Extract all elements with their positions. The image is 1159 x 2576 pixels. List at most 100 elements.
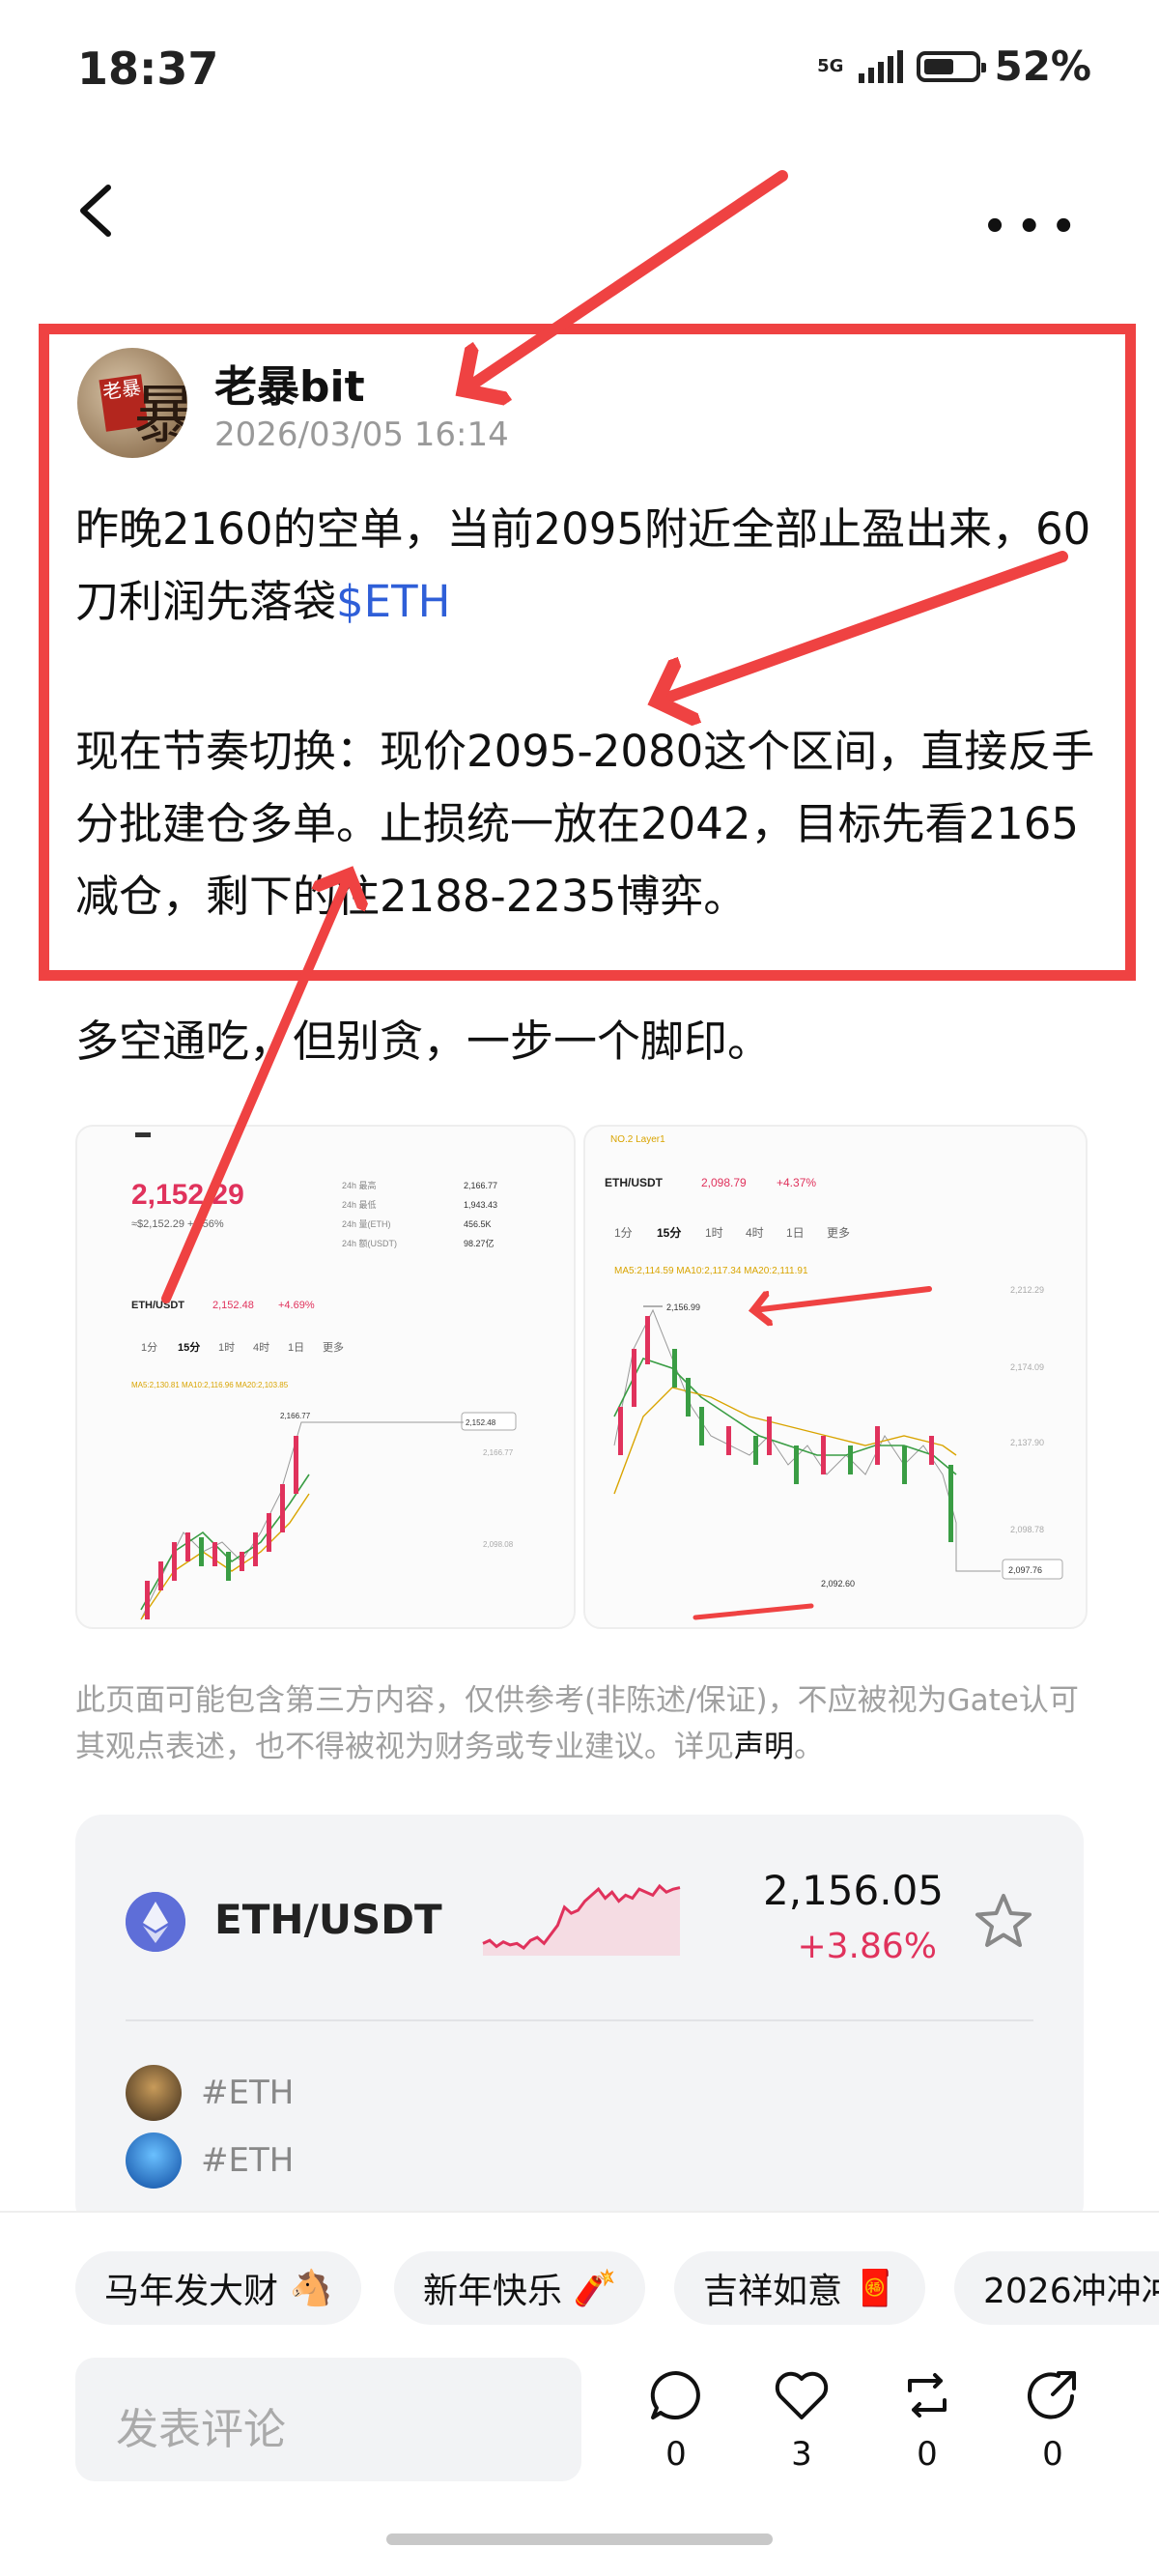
status-indicators: 5G 52% <box>817 43 1091 90</box>
img2-candle <box>753 1436 758 1465</box>
img2-axis-2: 2,174.09 <box>1010 1362 1044 1372</box>
share-action[interactable]: 0 <box>1014 2367 1091 2474</box>
img2-candle <box>821 1436 826 1474</box>
img1-candle <box>253 1532 258 1566</box>
img2-axis-4: 2,098.78 <box>1010 1525 1044 1534</box>
img2-tab-1: 1分 <box>614 1226 633 1240</box>
img1-tab-3: 1时 <box>218 1341 235 1354</box>
img1-tab-1: 1分 <box>141 1341 157 1354</box>
img1-candle <box>145 1581 150 1619</box>
img2-candle <box>848 1445 853 1474</box>
img1-stat-v-4: 98.27亿 <box>464 1238 495 1248</box>
img1-axis-1: 2,166.77 <box>483 1448 514 1457</box>
img2-candle <box>902 1445 907 1484</box>
quick-reply-chip-3[interactable]: 吉祥如意 🧧 <box>674 2251 926 2325</box>
chart-image-2[interactable]: NO.2 Layer1 ETH/USDT 2,098.79 +4.37% 1分 … <box>583 1125 1088 1629</box>
market-pair[interactable]: ETH/USDT <box>214 1896 442 1943</box>
quick-reply-chip-2[interactable]: 新年快乐 🧨 <box>394 2251 646 2325</box>
img2-axis-3: 2,137.90 <box>1010 1438 1044 1447</box>
img1-high-label: 2,166.77 <box>280 1412 311 1420</box>
price-sparkline <box>482 1883 681 1956</box>
img1-tab-6: 更多 <box>323 1340 344 1354</box>
status-time: 18:37 <box>77 43 219 95</box>
disclaimer-text: 此页面可能包含第三方内容，仅供参考(非陈述/保证)，不应被视为Gate认可其观点… <box>75 1683 1079 1764</box>
img2-pair-change: +4.37% <box>777 1176 816 1189</box>
topic-tag-1[interactable]: #ETH <box>126 2064 294 2122</box>
img2-candle <box>767 1417 772 1455</box>
home-indicator[interactable] <box>386 2533 773 2545</box>
chip-label: 2026冲冲冲 <box>983 2272 1159 2311</box>
img1-stat-v-1: 2,166.77 <box>464 1181 497 1190</box>
img2-tab-4: 4时 <box>746 1226 764 1240</box>
firecracker-icon: 🧨 <box>573 2269 617 2308</box>
img1-axis-2: 2,098.08 <box>483 1540 514 1549</box>
img2-candle <box>726 1426 731 1455</box>
share-icon <box>1028 2371 1076 2419</box>
post-paragraph-3: 多空通吃，但别贪，一步一个脚印。 <box>75 1016 772 1067</box>
more-options-icon[interactable]: ••• <box>982 205 1086 249</box>
img1-candle <box>212 1542 217 1566</box>
img1-tab-4: 4时 <box>253 1341 269 1354</box>
img2-low-label: 2,092.60 <box>821 1579 855 1589</box>
disclaimer-link[interactable]: 声明 <box>734 1730 794 1764</box>
battery-icon <box>917 50 987 82</box>
img1-stat-k-1: 24h 最高 <box>342 1180 377 1190</box>
img1-drag-mark <box>135 1132 151 1137</box>
network-type: 5G <box>817 55 844 76</box>
img2-tab-5: 1日 <box>786 1226 805 1240</box>
img2-candle <box>672 1349 677 1388</box>
like-action[interactable]: 3 <box>763 2367 840 2474</box>
chart-image-1[interactable]: 2,152.29 ≈$2,152.29 +3.56% 24h 最高 2,166.… <box>75 1125 576 1629</box>
chip-label: 新年快乐 <box>423 2272 563 2311</box>
img2-candle <box>699 1407 704 1445</box>
like-count: 3 <box>791 2435 812 2474</box>
img1-stat-k-2: 24h 最低 <box>342 1199 377 1210</box>
disclaimer-end: 。 <box>794 1730 824 1764</box>
img1-tab-5: 1日 <box>288 1342 304 1354</box>
favorite-star-icon[interactable] <box>972 1890 1035 1954</box>
img1-sub-price: ≈$2,152.29 +3.56% <box>131 1218 224 1230</box>
topic-tag-label: #ETH <box>201 2141 295 2180</box>
repost-icon <box>908 2373 947 2418</box>
img1-candle <box>158 1561 163 1590</box>
img1-candle <box>267 1513 271 1552</box>
topic-tag-label: #ETH <box>201 2074 295 2112</box>
market-divider <box>126 2019 1033 2021</box>
img1-candle <box>226 1552 231 1581</box>
img1-big-price: 2,152.29 <box>131 1179 244 1211</box>
img2-tab-2: 15分 <box>657 1225 681 1240</box>
annotation-frame <box>39 324 1136 981</box>
img1-tab-2: 15分 <box>178 1340 200 1354</box>
img1-candle <box>280 1484 285 1532</box>
img1-candle <box>185 1532 190 1561</box>
img2-right-label: 2,097.76 <box>1008 1565 1042 1575</box>
comment-icon <box>650 2370 700 2419</box>
back-arrow-icon[interactable] <box>75 182 116 240</box>
chip-label: 吉祥如意 <box>703 2272 843 2311</box>
img2-candle <box>645 1316 650 1364</box>
img2-ma-line: MA5:2,114.59 MA10:2,117.34 MA20:2,111.91 <box>614 1266 808 1276</box>
market-change: +3.86% <box>797 1927 937 1966</box>
red-envelope-icon: 🧧 <box>853 2269 897 2308</box>
img2-candle <box>794 1445 799 1484</box>
img2-candle <box>618 1407 623 1455</box>
comment-action[interactable]: 0 <box>637 2367 715 2474</box>
repost-action[interactable]: 0 <box>889 2367 966 2474</box>
img1-right-label: 2,152.48 <box>466 1418 496 1427</box>
img1-candle <box>294 1436 298 1494</box>
disclaimer: 此页面可能包含第三方内容，仅供参考(非陈述/保证)，不应被视为Gate认可其观点… <box>75 1677 1089 1770</box>
market-price: 2,156.05 <box>763 1867 945 1914</box>
img2-high-label: 2,156.99 <box>666 1302 700 1312</box>
img1-stat-k-3: 24h 量(ETH) <box>342 1219 391 1229</box>
img2-tab-6: 更多 <box>827 1226 850 1240</box>
signal-icon <box>859 49 904 83</box>
topic-tag-2[interactable]: #ETH <box>126 2132 294 2190</box>
img1-pair-change: +4.69% <box>278 1300 315 1311</box>
quick-reply-chip-1[interactable]: 马年发大财 🐴 <box>75 2251 362 2325</box>
img2-candle <box>948 1465 953 1542</box>
quick-reply-chip-4[interactable]: 2026冲冲冲 <box>954 2251 1159 2325</box>
img2-axis-1: 2,212.29 <box>1010 1285 1044 1295</box>
img1-stat-k-4: 24h 额(USDT) <box>342 1238 397 1248</box>
img2-pair-label: ETH/USDT <box>605 1176 664 1189</box>
img1-ma-line: MA5:2,130.81 MA10:2,116.96 MA20:2,103.85 <box>131 1381 289 1389</box>
